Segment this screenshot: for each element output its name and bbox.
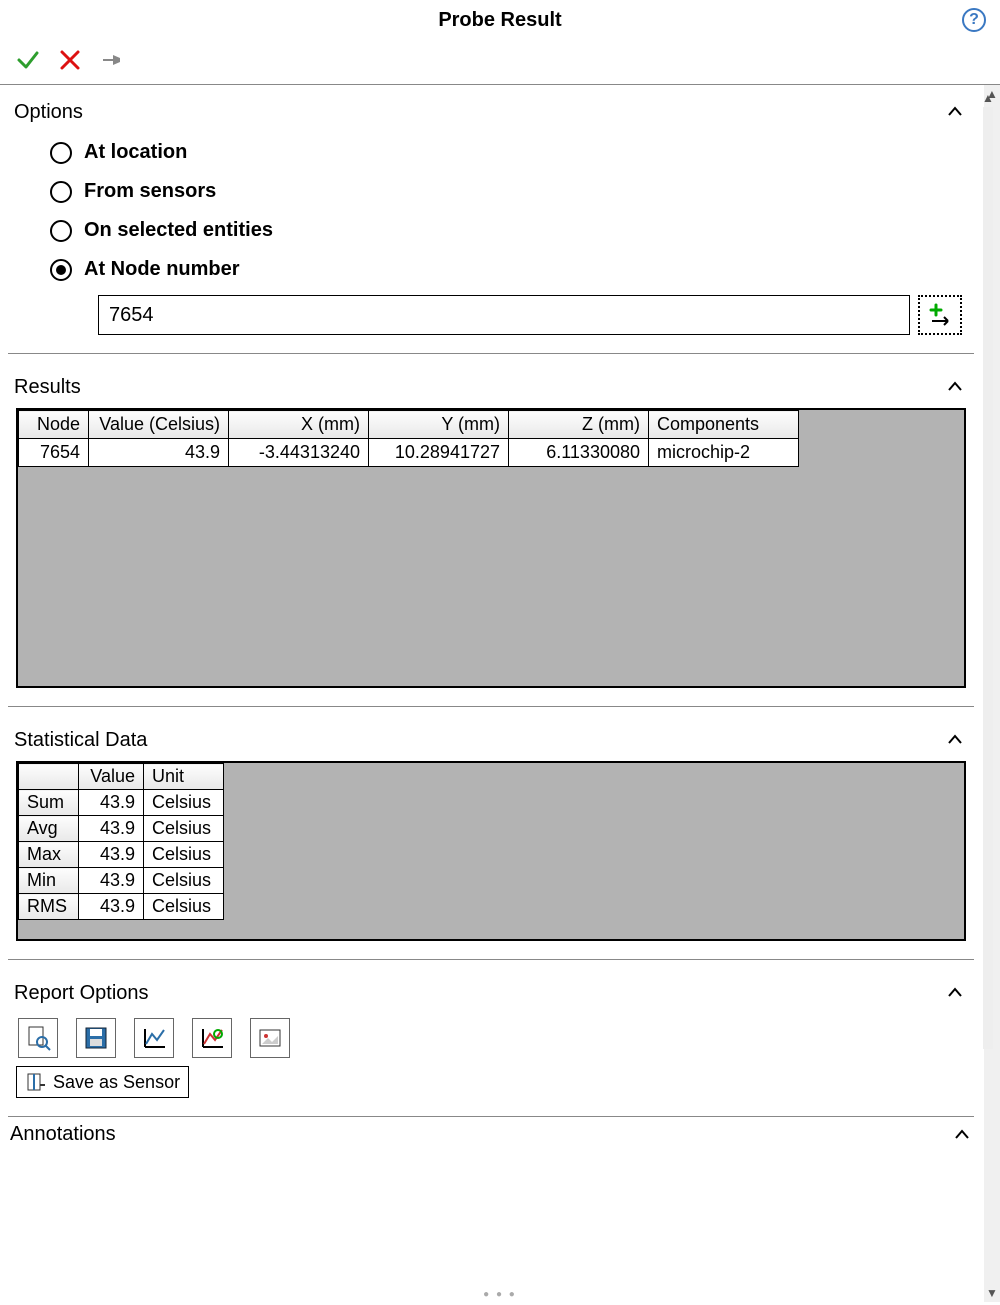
chevron-up-icon bbox=[942, 99, 968, 125]
stats-table-area[interactable]: Value Unit Sum 43.9 Celsius bbox=[16, 761, 966, 941]
chevron-up-icon bbox=[942, 980, 968, 1006]
close-icon bbox=[59, 49, 81, 71]
section-annotations-header[interactable]: Annotations bbox=[8, 1123, 974, 1150]
section-options-title: Options bbox=[14, 101, 83, 124]
cell-unit: Celsius bbox=[144, 894, 224, 920]
table-row[interactable]: Sum 43.9 Celsius bbox=[19, 790, 224, 816]
cell-label: Sum bbox=[19, 790, 79, 816]
inner-scrollbar[interactable]: ▲ bbox=[980, 89, 996, 1049]
table-row[interactable]: Avg 43.9 Celsius bbox=[19, 816, 224, 842]
radio-on-selected-entities[interactable]: On selected entities bbox=[50, 211, 970, 250]
resize-handle[interactable]: ● ● ● bbox=[483, 1289, 517, 1300]
section-annotations-title: Annotations bbox=[10, 1123, 116, 1146]
cell-label: Min bbox=[19, 868, 79, 894]
cell-z: 6.11330080 bbox=[509, 439, 649, 467]
cell-value: 43.9 bbox=[79, 816, 144, 842]
chevron-up-icon bbox=[942, 374, 968, 400]
section-stats-header[interactable]: Statistical Data bbox=[12, 723, 970, 757]
report-response-button[interactable] bbox=[192, 1018, 232, 1058]
tooltip-label: Save as Sensor bbox=[53, 1072, 180, 1093]
sensor-icon bbox=[25, 1071, 47, 1093]
radio-icon bbox=[50, 259, 72, 281]
col-components[interactable]: Components bbox=[649, 411, 799, 439]
cell-value: 43.9 bbox=[89, 439, 229, 467]
chart-target-icon bbox=[198, 1024, 226, 1052]
ok-button[interactable] bbox=[14, 46, 42, 74]
radio-from-sensors[interactable]: From sensors bbox=[50, 172, 970, 211]
report-toolbar bbox=[12, 1010, 970, 1066]
col-value[interactable]: Value bbox=[79, 764, 144, 790]
radio-icon bbox=[50, 181, 72, 203]
cancel-button[interactable] bbox=[56, 46, 84, 74]
col-blank[interactable] bbox=[19, 764, 79, 790]
section-stats-title: Statistical Data bbox=[14, 729, 147, 752]
col-x[interactable]: X (mm) bbox=[229, 411, 369, 439]
section-options-header[interactable]: Options bbox=[12, 95, 970, 129]
cell-x: -3.44313240 bbox=[229, 439, 369, 467]
cell-label: RMS bbox=[19, 894, 79, 920]
add-node-button[interactable] bbox=[918, 295, 962, 335]
scroll-up-icon[interactable]: ▲ bbox=[982, 89, 994, 107]
chart-line-icon bbox=[140, 1024, 168, 1052]
results-table-area[interactable]: Node Value (Celsius) X (mm) Y (mm) Z (mm… bbox=[16, 408, 966, 688]
save-as-sensor-button[interactable]: Save as Sensor bbox=[16, 1066, 189, 1098]
radio-icon bbox=[50, 220, 72, 242]
add-arrow-icon bbox=[926, 301, 954, 329]
col-unit[interactable]: Unit bbox=[144, 764, 224, 790]
table-row[interactable]: 7654 43.9 -3.44313240 10.28941727 6.1133… bbox=[19, 439, 799, 467]
cell-components: microchip-2 bbox=[649, 439, 799, 467]
col-node[interactable]: Node bbox=[19, 411, 89, 439]
cell-value: 43.9 bbox=[79, 790, 144, 816]
table-row[interactable]: Max 43.9 Celsius bbox=[19, 842, 224, 868]
section-results-header[interactable]: Results bbox=[12, 370, 970, 404]
cell-node: 7654 bbox=[19, 439, 89, 467]
cell-y: 10.28941727 bbox=[369, 439, 509, 467]
radio-at-node-number[interactable]: At Node number bbox=[50, 250, 970, 289]
node-number-input[interactable] bbox=[98, 295, 910, 335]
page-title: Probe Result bbox=[438, 9, 561, 32]
radio-label: At Node number bbox=[84, 258, 240, 281]
col-value[interactable]: Value (Celsius) bbox=[89, 411, 229, 439]
cell-label: Avg bbox=[19, 816, 79, 842]
section-report-title: Report Options bbox=[14, 982, 149, 1005]
cell-unit: Celsius bbox=[144, 816, 224, 842]
section-report-header[interactable]: Report Options bbox=[12, 976, 970, 1010]
col-y[interactable]: Y (mm) bbox=[369, 411, 509, 439]
radio-icon bbox=[50, 142, 72, 164]
cell-value: 43.9 bbox=[79, 842, 144, 868]
chevron-up-icon bbox=[952, 1125, 972, 1145]
table-row[interactable]: Min 43.9 Celsius bbox=[19, 868, 224, 894]
report-save-button[interactable] bbox=[76, 1018, 116, 1058]
cell-unit: Celsius bbox=[144, 790, 224, 816]
radio-label: On selected entities bbox=[84, 219, 273, 242]
save-icon bbox=[82, 1024, 110, 1052]
report-summary-button[interactable] bbox=[18, 1018, 58, 1058]
chevron-up-icon bbox=[942, 727, 968, 753]
radio-label: At location bbox=[84, 141, 187, 164]
report-plot-button[interactable] bbox=[134, 1018, 174, 1058]
radio-at-location[interactable]: At location bbox=[50, 133, 970, 172]
report-capture-button[interactable] bbox=[250, 1018, 290, 1058]
table-row[interactable]: RMS 43.9 Celsius bbox=[19, 894, 224, 920]
cell-value: 43.9 bbox=[79, 868, 144, 894]
toolbar bbox=[0, 40, 1000, 84]
stats-table: Value Unit Sum 43.9 Celsius bbox=[18, 763, 224, 920]
col-z[interactable]: Z (mm) bbox=[509, 411, 649, 439]
cell-label: Max bbox=[19, 842, 79, 868]
cell-value: 43.9 bbox=[79, 894, 144, 920]
help-icon[interactable]: ? bbox=[962, 8, 986, 32]
pin-button[interactable] bbox=[98, 46, 126, 74]
cell-unit: Celsius bbox=[144, 842, 224, 868]
image-icon bbox=[256, 1024, 284, 1052]
cell-unit: Celsius bbox=[144, 868, 224, 894]
radio-label: From sensors bbox=[84, 180, 216, 203]
section-results-title: Results bbox=[14, 376, 81, 399]
pin-icon bbox=[100, 48, 124, 72]
document-magnify-icon bbox=[24, 1024, 52, 1052]
check-icon bbox=[16, 48, 40, 72]
results-table: Node Value (Celsius) X (mm) Y (mm) Z (mm… bbox=[18, 410, 799, 467]
